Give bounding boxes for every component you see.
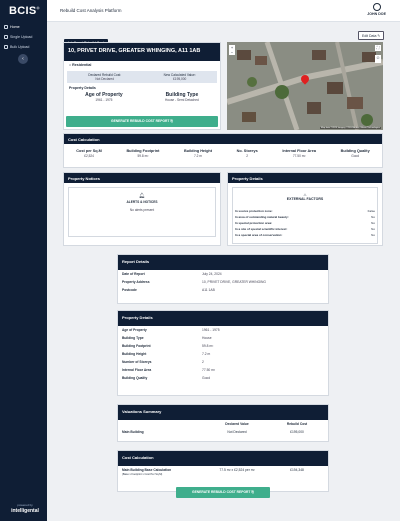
building-height: Building Height 7.2 m [183,149,213,158]
bcis-logo: BCIS® [9,5,40,17]
property-details-card: Property Details ⚠ EXTERNAL FACTORS In so… [227,172,383,246]
cost-calculation-title: Cost Calculation [64,134,382,144]
property-address: 10, PRIVET DRIVE, GREATER WHINGING, A11 … [64,43,220,61]
sidebar-item-single-upload[interactable]: Single Upload [2,32,46,42]
report-property-row: Building Type House [122,336,212,340]
top-bar: Rebuild Cost Analysis Platform JOHN DOE [47,0,400,22]
collapse-sidebar-button[interactable]: ‹ [18,54,28,64]
valuation-row: Main Building Not Declared £195,000 [122,430,304,434]
external-factors-title: ⚠ EXTERNAL FACTORS [286,193,324,201]
report-property-row: Building Footprint 59.8 m² [122,344,214,348]
upload-icon [4,35,8,39]
external-factor-row: In source protection zone: False [235,209,375,213]
report-detail-row: Property Address 10, PRIVET DRIVE, GREATE… [122,280,266,284]
report-cost-title: Cost Calculation [118,451,328,466]
property-notices-title: Property Notices [64,173,220,183]
external-factor-row: In special protection area: No [235,221,375,225]
valuations-summary-section: Valuations Summary Declared Value Rebuild… [117,404,329,442]
external-factor-row: In area of outstanding natural beauty: No [235,215,375,219]
internal-floor-area: Internal Floor Area 77.50 m² [282,149,316,158]
cost-calculation-card: Cost Calculation Cost per Sq.M £2,524 Bui… [63,133,383,168]
sidebar-nav: Home Single Upload Bulk Upload [2,22,46,52]
external-factor-row: In a special area of conservation: No [235,233,375,237]
generate-report-button-bottom[interactable]: GENERATE REBUILD COST REPORT ⎘ [176,487,270,498]
alerts-message: No alerts present [129,208,155,212]
sidebar-item-home[interactable]: Home [2,22,46,32]
fullscreen-icon[interactable]: ⛶ [375,45,381,51]
map-imagery [227,42,383,130]
report-property-row: Building Height 7.2 m [122,352,211,356]
building-footprint: Building Footprint 59.8 m² [126,149,160,158]
cost-calc-row: Main Building Base Calculation (Base x Fo… [122,468,304,476]
report-property-section: Property Details Age of Property 1961 - 1… [117,310,329,396]
edit-data-button[interactable]: Edit Data ✎ [358,31,385,40]
residential-tag: ⌂ Residential [69,63,92,67]
property-details-title: Property Details [228,173,382,183]
property-details-label: Property Details [69,86,96,90]
map-attribution: Map data ©2024 Imagery ©2024 Airbus, Max… [319,127,381,129]
intelligental-logo: intelligental [11,508,39,514]
valuations-summary-title: Valuations Summary [118,405,328,420]
bell-icon: 🔔︎ [138,193,146,199]
report-details-title: Report Details [118,255,328,270]
user-avatar-icon [372,3,381,11]
report-detail-row: Postcode A11 1AB [122,288,215,292]
report-detail-row: Date of Report July 24, 2024 [122,272,222,276]
platform-title: Rebuild Cost Analysis Platform [60,8,122,13]
cost-columns: Cost per Sq.M £2,524 Building Footprint 59… [64,144,382,158]
no-storeys: No. Storeys 2 [236,149,258,158]
satellite-map[interactable]: + − ⛶ ☺ Map data ©2024 Imagery ©2024 Airb… [227,42,383,130]
declared-value: Not Declared [95,77,114,81]
street-view-icon[interactable]: ☺ [375,55,381,63]
user-menu[interactable]: JOHN DOE [367,3,386,16]
zoom-out-icon[interactable]: − [229,50,235,55]
bulk-upload-icon [4,45,8,49]
powered-by-label: powered by [17,503,33,507]
map-zoom-controls[interactable]: + − [229,45,235,55]
report-property-row: Age of Property 1961 - 1975 [122,328,220,332]
property-details-row: Age of Property 1961 - 1975 Building Type… [85,92,199,102]
user-name: JOHN DOE [367,12,386,16]
alerts-title: ALERTS & NOTICES [126,200,158,204]
cost-per-sqm: Cost per Sq.M £2,524 [76,149,102,158]
report-cost-section: Cost Calculation Main Building Base Calc… [117,450,329,492]
report-details-section: Report Details Date of Report July 24, 20… [117,254,329,304]
property-notices-card: Property Notices 🔔︎ ALERTS & NOTICES No … [63,172,221,246]
external-factor-row: In a site of special scientific interest… [235,227,375,231]
report-preview: Report Details Date of Report July 24, 20… [117,254,329,494]
home-icon [4,25,8,29]
building-quality: Building Quality Good [340,149,370,158]
external-factors-panel: ⚠ EXTERNAL FACTORS In source protection z… [232,187,378,244]
address-card: 10, PRIVET DRIVE, GREATER WHINGING, A11 … [63,42,221,130]
sidebar: BCIS® Home Single Upload Bulk Upload ‹ p… [0,0,47,521]
rebuild-values: Declared Rebuild Cost: Not Declared New C… [67,71,217,83]
generate-report-button-top[interactable]: GENERATE REBUILD COST REPORT ⎘ [66,116,218,127]
report-property-title: Property Details [118,311,328,326]
calculated-value: £195,000 [173,77,187,81]
report-property-row: Number of Storeys 2 [122,360,204,364]
report-property-row: Building Quality Good [122,376,211,380]
valuation-header-row: Declared Value Rebuild Cost [225,422,308,426]
report-property-row: Internal Floor Area 77.50 m² [122,368,216,372]
alerts-panel: 🔔︎ ALERTS & NOTICES No alerts present [68,187,216,237]
sidebar-item-bulk-upload[interactable]: Bulk Upload [2,42,46,52]
